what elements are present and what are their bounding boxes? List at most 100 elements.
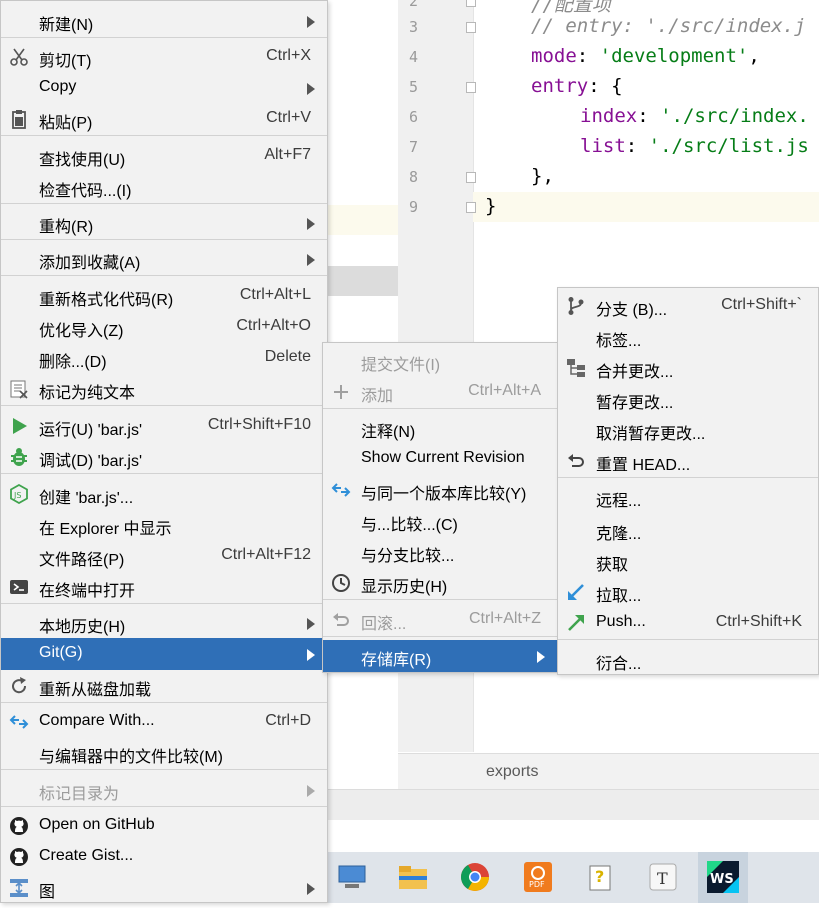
- menu-item-mark-plain-text[interactable]: 标记为纯文本: [1, 373, 327, 404]
- menu-item-open-on-github[interactable]: Open on GitHub: [1, 810, 327, 841]
- menu-item-repository[interactable]: 存储库(R): [323, 640, 557, 672]
- text-editor-icon[interactable]: T: [646, 860, 680, 894]
- menu-item-tags[interactable]: 标签...: [558, 321, 818, 352]
- diagram-icon: [9, 878, 29, 898]
- menu-item-optimize-imports[interactable]: 优化导入(Z) Ctrl+Alt+O: [1, 311, 327, 342]
- menu-item-debug[interactable]: 调试(D) 'bar.js': [1, 441, 327, 472]
- fold-marker[interactable]: [466, 22, 476, 33]
- submenu-arrow-icon: [307, 83, 315, 95]
- computer-icon[interactable]: [336, 860, 370, 894]
- menu-item-label: Copy: [39, 78, 77, 95]
- menu-separator: [1, 37, 327, 38]
- menu-item-copy[interactable]: Copy: [1, 72, 327, 103]
- menu-item-rebase[interactable]: 衍合...: [558, 644, 818, 675]
- menu-item-compare-with[interactable]: Compare With... Ctrl+D: [1, 706, 327, 737]
- menu-item-shortcut: Ctrl+Alt+L: [239, 286, 311, 303]
- menu-item-shortcut: Ctrl+Alt+O: [236, 317, 311, 334]
- menu-item-open-in-terminal[interactable]: 在终端中打开: [1, 571, 327, 602]
- menu-item-paste[interactable]: 粘贴(P) Ctrl+V: [1, 103, 327, 134]
- menu-item-local-history[interactable]: 本地历史(H): [1, 607, 327, 638]
- menu-item-merge-changes[interactable]: 合并更改...: [558, 352, 818, 383]
- menu-item-reformat-code[interactable]: 重新格式化代码(R) Ctrl+Alt+L: [1, 280, 327, 311]
- fold-marker[interactable]: [466, 202, 476, 213]
- fold-marker[interactable]: [466, 82, 476, 93]
- menu-item-label: 与编辑器中的文件比较(M): [39, 749, 223, 766]
- menu-item-show-current-revision[interactable]: Show Current Revision: [323, 443, 557, 474]
- pull-arrow-icon: [566, 582, 586, 602]
- menu-item-fetch[interactable]: 获取: [558, 545, 818, 576]
- menu-item-unstash-changes[interactable]: 取消暂存更改...: [558, 414, 818, 445]
- menu-item-label: 注释(N): [361, 424, 416, 441]
- menu-item-delete[interactable]: 删除...(D) Delete: [1, 342, 327, 373]
- menu-item-pull[interactable]: 拉取...: [558, 576, 818, 607]
- line-number: 3: [408, 18, 418, 36]
- menu-item-branches[interactable]: 分支 (B)... Ctrl+Shift+`: [558, 290, 818, 321]
- repository-submenu: 分支 (B)... Ctrl+Shift+` 标签... 合并更改... 暂存更…: [557, 287, 819, 675]
- menu-item-label: 回滚...: [361, 616, 407, 633]
- menu-item-file-path[interactable]: 文件路径(P) Ctrl+Alt+F12: [1, 540, 327, 571]
- menu-item-stash-changes[interactable]: 暂存更改...: [558, 383, 818, 414]
- menu-item-reset-head[interactable]: 重置 HEAD...: [558, 445, 818, 476]
- code-line: index: './src/index.: [580, 105, 809, 127]
- menu-item-label: 在 Explorer 中显示: [39, 521, 172, 538]
- menu-item-inspect-code[interactable]: 检查代码...(I): [1, 171, 327, 202]
- menu-item-create-config[interactable]: JS 创建 'bar.js'...: [1, 478, 327, 509]
- menu-item-compare-with-branch[interactable]: 与分支比较...: [323, 536, 557, 567]
- push-arrow-icon: [566, 613, 586, 633]
- menu-item-label: 本地历史(H): [39, 619, 126, 636]
- menu-item-cut[interactable]: 剪切(T) Ctrl+X: [1, 41, 327, 72]
- chrome-icon[interactable]: [458, 860, 492, 894]
- menu-item-clone[interactable]: 克隆...: [558, 514, 818, 545]
- webstorm-icon[interactable]: WS: [698, 852, 748, 903]
- menu-item-annotate[interactable]: 注释(N): [323, 412, 557, 443]
- menu-item-create-gist[interactable]: Create Gist...: [1, 841, 327, 872]
- menu-item-shortcut: Ctrl+Shift+F10: [207, 416, 311, 433]
- svg-text:WS: WS: [710, 872, 734, 887]
- fold-marker[interactable]: [466, 172, 476, 183]
- menu-item-label: 分支 (B)...: [596, 302, 668, 319]
- menu-item-commit-file: 提交文件(I): [323, 345, 557, 376]
- menu-item-push[interactable]: Push... Ctrl+Shift+K: [558, 607, 818, 638]
- pdf-reader-icon[interactable]: PDF: [521, 860, 555, 894]
- menu-item-add-to-favorites[interactable]: 添加到收藏(A): [1, 243, 327, 274]
- menu-item-label: 暂存更改...: [596, 395, 674, 412]
- menu-item-remotes[interactable]: 远程...: [558, 481, 818, 512]
- menu-item-label: 合并更改...: [596, 364, 674, 381]
- menu-item-label: Create Gist...: [39, 847, 134, 864]
- menu-item-find-usages[interactable]: 查找使用(U) Alt+F7: [1, 140, 327, 171]
- menu-item-label: 与同一个版本库比较(Y): [361, 486, 527, 503]
- menu-item-label: 重置 HEAD...: [596, 457, 691, 474]
- file-explorer-icon[interactable]: [396, 860, 430, 894]
- line-number: 7: [408, 138, 418, 156]
- menu-item-mark-directory-as: 标记目录为: [1, 774, 327, 805]
- menu-item-reload-from-disk[interactable]: 重新从磁盘加载: [1, 670, 327, 701]
- menu-item-shortcut: Ctrl+Alt+Z: [468, 610, 541, 627]
- code-line: // entry: './src/index.j: [531, 15, 806, 37]
- menu-item-compare-with-editor[interactable]: 与编辑器中的文件比较(M): [1, 737, 327, 768]
- breadcrumb-exports[interactable]: exports: [486, 763, 538, 781]
- svg-text:PDF: PDF: [529, 880, 545, 889]
- menu-item-diagrams[interactable]: 图: [1, 872, 327, 903]
- menu-item-shortcut: Ctrl+V: [266, 109, 311, 126]
- menu-item-label: 远程...: [596, 493, 642, 510]
- menu-item-compare-same-repo[interactable]: 与同一个版本库比较(Y): [323, 474, 557, 505]
- menu-item-run[interactable]: 运行(U) 'bar.js' Ctrl+Shift+F10: [1, 410, 327, 441]
- submenu-arrow-icon: [537, 651, 545, 663]
- submenu-arrow-icon: [307, 218, 315, 230]
- menu-item-add: 添加 Ctrl+Alt+A: [323, 376, 557, 407]
- menu-item-label: 运行(U) 'bar.js': [39, 422, 143, 439]
- menu-item-show-history[interactable]: 显示历史(H): [323, 567, 557, 598]
- menu-item-refactor[interactable]: 重构(R): [1, 207, 327, 238]
- fold-marker[interactable]: [466, 0, 476, 7]
- help-file-icon[interactable]: ?: [584, 860, 618, 894]
- reload-icon: [9, 676, 29, 696]
- plain-text-icon: [9, 379, 29, 399]
- menu-item-git[interactable]: Git(G): [1, 638, 327, 670]
- menu-item-label: 优化导入(Z): [39, 323, 124, 340]
- menu-item-compare-with-revision[interactable]: 与...比较...(C): [323, 505, 557, 536]
- menu-item-label: 存储库(R): [361, 652, 432, 669]
- menu-item-new[interactable]: 新建(N): [1, 5, 327, 36]
- menu-separator: [323, 636, 557, 637]
- current-line-highlight: [328, 205, 398, 235]
- menu-item-show-in-explorer[interactable]: 在 Explorer 中显示: [1, 509, 327, 540]
